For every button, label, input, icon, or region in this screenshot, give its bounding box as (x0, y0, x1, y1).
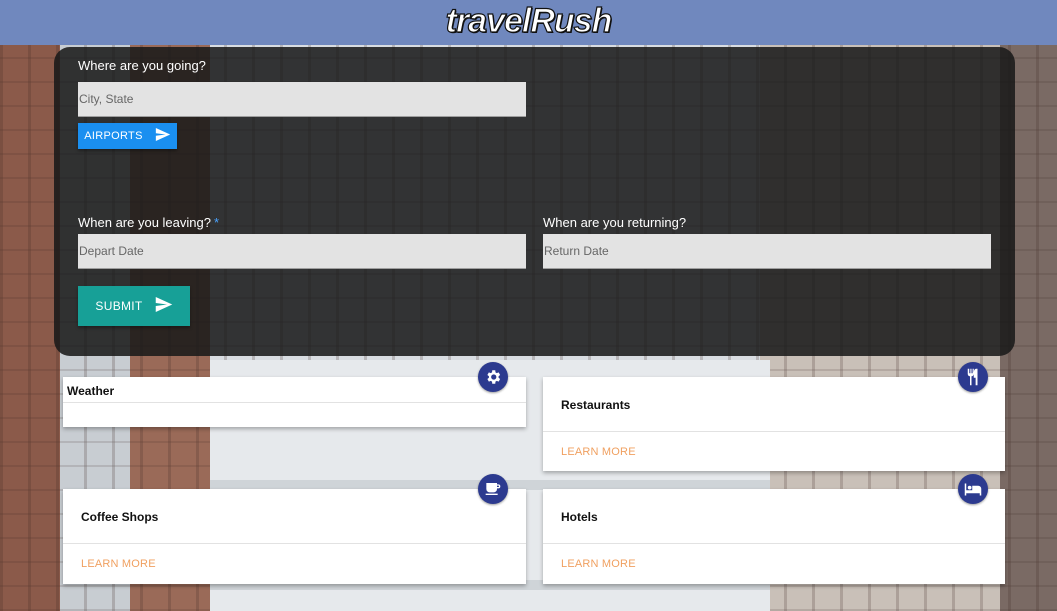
bed-icon[interactable] (958, 474, 988, 504)
hotels-card: Hotels LEARN MORE (543, 489, 1005, 584)
restaurants-learn-more-link[interactable]: LEARN MORE (561, 446, 636, 458)
send-icon (155, 297, 173, 315)
weather-title: Weather (67, 384, 115, 398)
return-date-placeholder: Return Date (544, 244, 609, 258)
coffee-cup-icon[interactable] (478, 474, 508, 504)
destination-label: Where are you going? (78, 58, 206, 73)
brand-logo[interactable]: travelRush (445, 1, 613, 41)
restaurants-card: Restaurants LEARN MORE (543, 377, 1005, 471)
send-icon (155, 128, 171, 144)
depart-date-placeholder: Depart Date (79, 244, 144, 258)
header-bar: travelRush (0, 0, 1057, 45)
hotels-learn-more-link[interactable]: LEARN MORE (561, 558, 636, 570)
restaurants-title: Restaurants (561, 398, 631, 412)
destination-placeholder: City, State (79, 92, 134, 106)
returning-label: When are you returning? (543, 215, 687, 230)
weather-card: Weather (63, 377, 526, 427)
leaving-label: When are you leaving? * (78, 215, 220, 230)
submit-button-label: SUBMIT (95, 299, 143, 313)
depart-date-input[interactable]: Depart Date (78, 234, 526, 269)
airports-button-label: AIRPORTS (84, 130, 143, 142)
search-panel: Where are you going? City, State AIRPORT… (54, 47, 1015, 356)
return-date-input[interactable]: Return Date (543, 234, 991, 269)
coffee-shops-card: Coffee Shops LEARN MORE (63, 489, 526, 584)
destination-input[interactable]: City, State (78, 82, 526, 117)
gear-icon[interactable] (478, 362, 508, 392)
airports-button[interactable]: AIRPORTS (78, 123, 177, 149)
coffee-shops-title: Coffee Shops (81, 510, 159, 524)
hotels-title: Hotels (561, 510, 598, 524)
restaurant-icon[interactable] (958, 362, 988, 392)
coffee-shops-learn-more-link[interactable]: LEARN MORE (81, 558, 156, 570)
required-asterisk: * (213, 215, 220, 230)
submit-button[interactable]: SUBMIT (78, 286, 190, 326)
